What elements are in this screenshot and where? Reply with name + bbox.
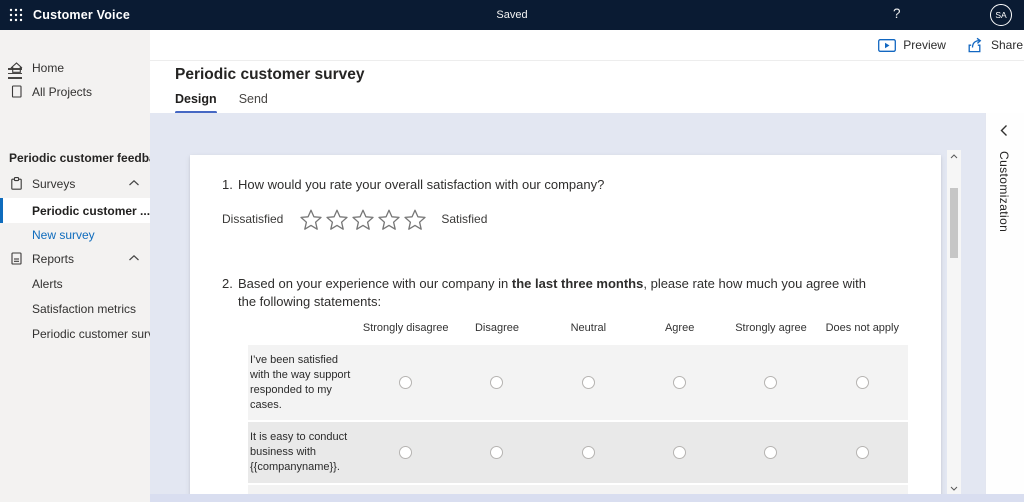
star-icon[interactable] (403, 208, 427, 231)
column-header: Agree (664, 322, 695, 334)
star-rating (299, 208, 427, 231)
sidebar-item-label: Alerts (32, 277, 63, 291)
page-title: Periodic customer survey (175, 66, 365, 83)
radio-option[interactable] (764, 376, 778, 390)
scrollbar-thumb[interactable] (950, 188, 958, 258)
radio-option[interactable] (490, 446, 504, 460)
top-bar: Customer Voice Saved ? SA (0, 0, 1024, 30)
statement-text: I have all the resources and information… (248, 486, 360, 494)
app-window: Customer Voice Saved ? SA Home All Proje… (0, 0, 1024, 502)
question-number: 2. (222, 276, 233, 291)
save-status: Saved (496, 9, 528, 21)
column-header: Neutral (570, 322, 607, 334)
question-text: How would you rate your overall satisfac… (238, 177, 605, 192)
sidebar-item-label: New survey (32, 228, 95, 242)
column-header: Does not apply (825, 322, 899, 334)
customization-panel[interactable]: Customization (985, 113, 1024, 494)
sidebar-item-label: All Projects (32, 85, 93, 99)
likert-table: Strongly disagree Disagree Neutral Agree… (248, 322, 908, 494)
rating-left-label: Dissatisfied (222, 212, 284, 226)
radio-option[interactable] (855, 446, 869, 460)
question-number: 1. (222, 177, 233, 192)
sidebar-item-label: Surveys (32, 177, 76, 191)
tab-send[interactable]: Send (239, 92, 268, 114)
survey-canvas: 1. How would you rate your overall satis… (150, 113, 985, 494)
sidebar-item-periodic-customer-survey[interactable]: Periodic customer ... (0, 198, 150, 223)
sidebar-item-label: Satisfaction metrics (32, 302, 137, 316)
radio-option[interactable] (399, 446, 413, 460)
radio-option[interactable] (855, 376, 869, 390)
canvas-scrollbar[interactable] (947, 150, 961, 494)
rating-right-label: Satisfied (441, 212, 488, 226)
share-icon (966, 37, 984, 53)
sidebar-item-alerts[interactable]: Alerts (0, 272, 150, 296)
chevron-up-icon[interactable] (128, 179, 140, 187)
star-icon[interactable] (351, 208, 375, 231)
radio-option[interactable] (581, 446, 595, 460)
likert-row: I’ve been satisfied with the way support… (248, 345, 908, 421)
radio-option[interactable] (399, 376, 413, 390)
sidebar-item-label: Periodic customer ... (32, 203, 151, 218)
sidebar-item-home[interactable]: Home (0, 56, 150, 80)
survey-page-card[interactable]: 1. How would you rate your overall satis… (190, 155, 941, 494)
sidebar-item-label: Home (32, 61, 65, 75)
radio-option[interactable] (673, 376, 687, 390)
radio-option[interactable] (490, 376, 504, 390)
likert-row: It is easy to conduct business with {{co… (248, 422, 908, 483)
tab-bar: Design Send (175, 92, 268, 114)
radio-option[interactable] (673, 446, 687, 460)
radio-option[interactable] (764, 446, 778, 460)
bottom-scroll-track (150, 494, 1024, 502)
projects-icon (9, 84, 24, 99)
chevron-up-icon[interactable] (128, 254, 140, 262)
help-icon[interactable]: ? (893, 6, 901, 21)
chevron-left-icon[interactable] (999, 124, 1009, 137)
statement-text: It is easy to conduct business with {{co… (250, 431, 348, 474)
star-icon[interactable] (325, 208, 349, 231)
scroll-down-icon[interactable] (947, 482, 961, 494)
sidebar-item-label: Periodic customer survey (32, 327, 167, 341)
sidebar: Home All Projects Periodic customer feed… (0, 30, 169, 502)
star-icon[interactable] (299, 208, 323, 231)
preview-label: Preview (903, 38, 946, 52)
star-icon[interactable] (377, 208, 401, 231)
sidebar-item-periodic-customer-survey-report[interactable]: Periodic customer survey (0, 322, 167, 346)
sidebar-item-reports[interactable]: Reports (0, 247, 150, 271)
preview-icon (878, 38, 897, 52)
question-bold-text: the last three months (511, 276, 644, 291)
column-header: Disagree (474, 322, 519, 334)
preview-button[interactable]: Preview (878, 38, 946, 52)
column-header: Strongly agree (735, 322, 807, 334)
share-button[interactable]: Share (966, 37, 1023, 53)
radio-option[interactable] (581, 376, 595, 390)
question-2[interactable]: 2. Based on your experience with our com… (222, 275, 872, 310)
sidebar-item-surveys[interactable]: Surveys (0, 172, 150, 196)
question-text: Based on your experience with our compan… (238, 276, 866, 309)
customization-panel-title: Customization (997, 151, 1011, 233)
statement-text: I’ve been satisfied with the way support… (250, 354, 351, 411)
sidebar-item-all-projects[interactable]: All Projects (0, 80, 150, 104)
rating-control: Dissatisfied Satisfied (222, 203, 487, 235)
project-section-title: Periodic customer feedback (9, 151, 170, 165)
sidebar-item-satisfaction-metrics[interactable]: Satisfaction metrics (0, 297, 150, 321)
sidebar-item-label: Reports (32, 252, 75, 266)
reports-icon (9, 251, 24, 266)
sidebar-item-new-survey[interactable]: New survey (0, 223, 150, 247)
likert-row: I have all the resources and information… (248, 484, 908, 494)
likert-header-row: Strongly disagree Disagree Neutral Agree… (248, 322, 908, 342)
surveys-icon (9, 176, 24, 191)
avatar[interactable]: SA (990, 4, 1012, 26)
share-label: Share (990, 38, 1023, 52)
home-icon (9, 60, 24, 75)
command-bar: Preview Share (150, 30, 1024, 61)
tab-design[interactable]: Design (175, 92, 217, 114)
column-header: Strongly disagree (362, 322, 449, 334)
question-1[interactable]: 1. How would you rate your overall satis… (222, 177, 604, 192)
scroll-up-icon[interactable] (947, 150, 961, 162)
